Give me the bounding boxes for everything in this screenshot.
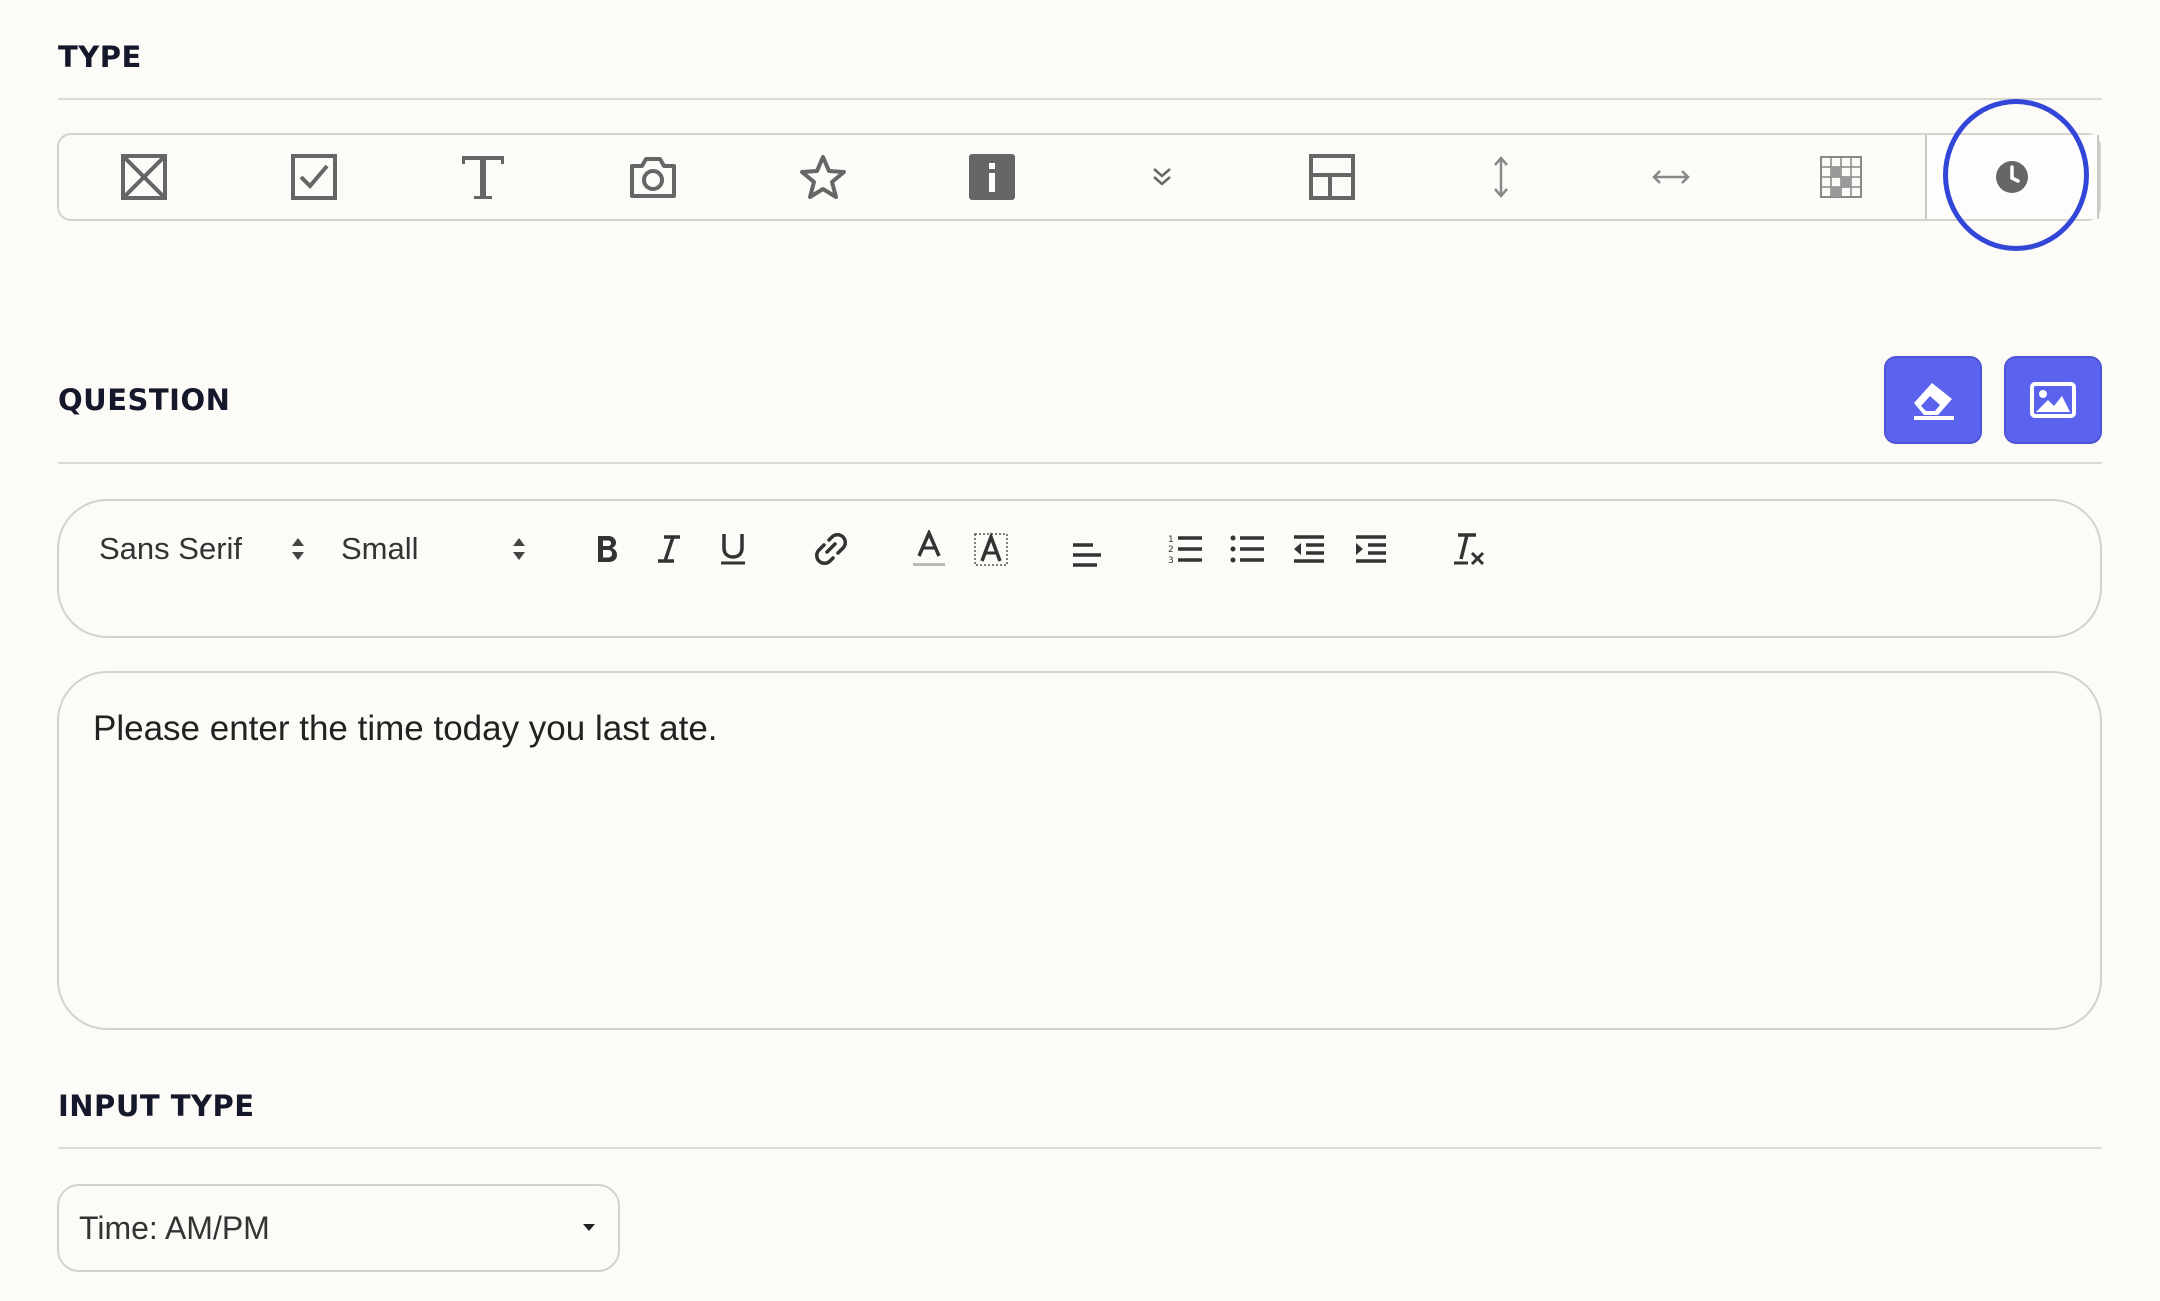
ordered-list-icon: 1 2 3 <box>1168 535 1202 565</box>
font-family-label: Sans Serif <box>99 531 243 566</box>
highlight-color-icon <box>974 532 1008 566</box>
info-icon <box>969 154 1016 200</box>
remove-format-icon <box>1454 533 1485 566</box>
clear-format-button[interactable] <box>1449 529 1489 569</box>
text-color-icon <box>913 530 945 566</box>
question-divider <box>58 462 2102 464</box>
italic-icon <box>658 535 680 563</box>
outdent-icon <box>1294 535 1324 563</box>
eraser-icon <box>1914 383 1954 420</box>
rich-text-toolbar: Sans Serif Small 1 2 3 <box>57 499 2102 638</box>
type-grid-button[interactable] <box>1756 135 1926 219</box>
bold-icon <box>598 536 617 562</box>
underline-button[interactable] <box>713 529 753 569</box>
type-photo-button[interactable] <box>568 135 738 219</box>
horizontal-resize-icon <box>1652 170 1690 184</box>
type-checkbox-check-button[interactable] <box>229 135 399 219</box>
type-time-button[interactable] <box>1925 135 2100 219</box>
font-family-caret[interactable] <box>288 529 308 569</box>
type-dropdown-button[interactable] <box>1077 135 1247 219</box>
input-type-select[interactable]: Time: AM/PM <box>57 1184 620 1272</box>
bullet-list-icon <box>1230 535 1264 563</box>
camera-icon <box>629 157 676 198</box>
svg-text:2: 2 <box>1168 545 1174 555</box>
type-toolbar <box>57 133 2101 221</box>
svg-text:3: 3 <box>1168 556 1174 565</box>
type-rating-button[interactable] <box>738 135 908 219</box>
text-color-button[interactable] <box>909 529 949 569</box>
type-divider <box>58 98 2102 100</box>
ordered-list-button[interactable]: 1 2 3 <box>1165 529 1205 569</box>
bold-button[interactable] <box>587 529 627 569</box>
input-type-section-title: INPUT TYPE <box>58 1089 255 1123</box>
caret-down-icon <box>583 1224 595 1231</box>
question-text-editor[interactable]: Please enter the time today you last ate… <box>57 671 2102 1030</box>
type-horizontal-spacer-button[interactable] <box>1586 135 1756 219</box>
font-size-picker[interactable]: Small <box>341 529 521 569</box>
type-info-button[interactable] <box>907 135 1077 219</box>
sort-caret-icon <box>513 538 525 560</box>
checkbox-check-icon <box>290 154 337 200</box>
background-color-button[interactable] <box>971 529 1011 569</box>
bullet-list-button[interactable] <box>1227 529 1267 569</box>
layout-icon <box>1308 154 1355 200</box>
link-button[interactable] <box>809 529 853 569</box>
link-icon <box>815 533 847 565</box>
type-text-button[interactable] <box>398 135 568 219</box>
sort-caret-icon <box>292 538 304 560</box>
align-left-icon <box>1073 543 1101 567</box>
vertical-resize-icon <box>1494 156 1509 198</box>
indent-button[interactable] <box>1351 529 1391 569</box>
align-button[interactable] <box>1067 535 1107 575</box>
clock-icon <box>1996 161 2029 193</box>
image-icon <box>2030 382 2076 418</box>
type-section-title: TYPE <box>58 40 142 74</box>
question-text: Please enter the time today you last ate… <box>93 709 718 748</box>
font-size-label: Small <box>341 531 419 566</box>
clear-formatting-button[interactable] <box>1884 356 1982 444</box>
type-layout-button[interactable] <box>1247 135 1417 219</box>
indent-icon <box>1356 535 1386 563</box>
grid-table-icon <box>1819 156 1862 198</box>
font-family-picker[interactable]: Sans Serif <box>99 529 319 569</box>
double-chevron-down-icon <box>1153 168 1171 186</box>
font-size-caret[interactable] <box>509 529 529 569</box>
italic-button[interactable] <box>649 529 689 569</box>
outdent-button[interactable] <box>1289 529 1329 569</box>
checkbox-cross-icon <box>120 154 167 200</box>
type-vertical-spacer-button[interactable] <box>1416 135 1586 219</box>
star-icon <box>799 155 846 199</box>
insert-image-button[interactable] <box>2004 356 2102 444</box>
question-section-title: QUESTION <box>58 383 231 417</box>
type-checkbox-cross-button[interactable] <box>59 135 229 219</box>
underline-icon <box>721 534 745 565</box>
svg-text:1: 1 <box>1168 535 1174 545</box>
input-type-selected-value: Time: AM/PM <box>79 1209 270 1246</box>
input-type-divider <box>58 1147 2102 1149</box>
text-icon <box>462 156 505 199</box>
